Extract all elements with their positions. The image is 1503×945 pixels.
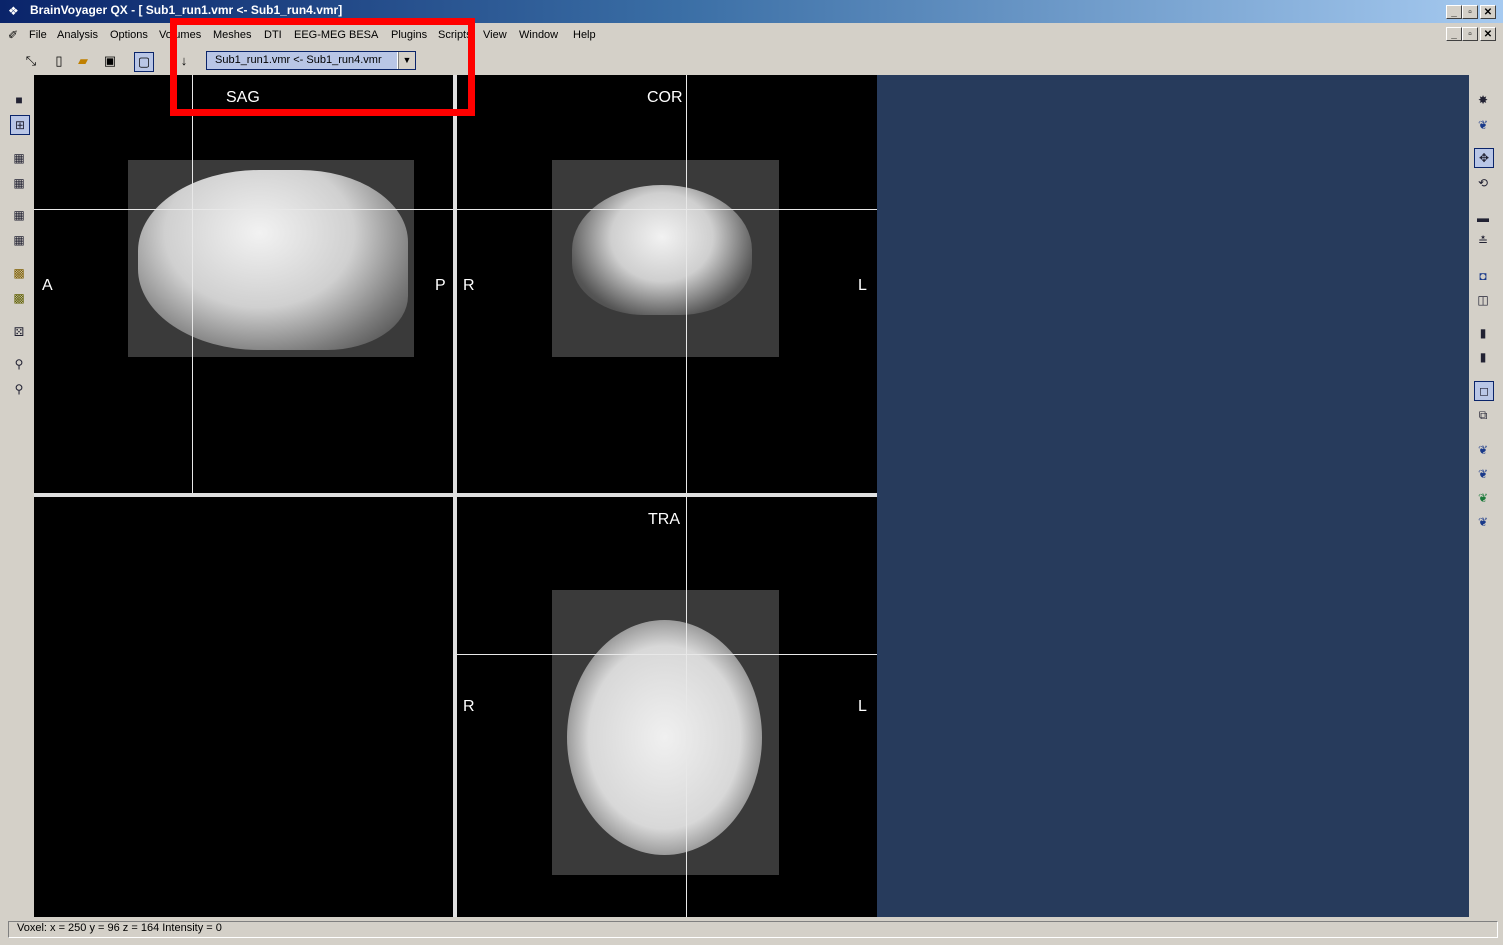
sag-right-label: P [435,277,446,294]
head-blue-2-icon[interactable]: ❦ [1474,465,1492,483]
grid-layout-2-icon[interactable]: ▦ [10,174,28,192]
single-view-icon[interactable]: ▢ [134,52,154,72]
cube-view-icon[interactable]: ◻ [1474,381,1494,401]
tra-left-label: R [463,698,475,715]
menu-options[interactable]: Options [110,29,148,41]
slab-icon[interactable]: ▮ [1474,324,1492,342]
save-icon[interactable]: ▣ [101,52,119,70]
right-toolbar: ✸ ❦ ✥ ⟲ ▬ ≛ ◘ ◫ ▮ ▮ ◻ ⧉ ❦ ❦ ❦ ❦ [1469,75,1499,917]
tra-right-label: L [858,698,867,715]
tra-title: TRA [648,511,680,528]
head-green-icon[interactable]: ❦ [1474,489,1492,507]
cor-right-label: L [858,277,867,294]
mdi-minimize-button[interactable]: _ [1446,27,1462,41]
head-pair-icon[interactable]: ❦ [1474,513,1492,531]
quadrant-divider-horizontal [34,493,877,497]
sag-image [128,160,414,357]
cor-image [552,160,779,357]
status-bar: Voxel: x = 250 y = 96 z = 164 Intensity … [0,918,1503,945]
new-file-icon[interactable]: ▯ [50,52,68,70]
box-open-icon[interactable]: ◫ [1474,291,1492,309]
workspace-area [877,75,1469,917]
status-panel [8,921,1498,938]
tra-crosshair-h [457,654,877,655]
slab-arrow-icon[interactable]: ▮ [1474,348,1492,366]
cube-stack-icon[interactable]: ⧉ [1474,406,1492,424]
head-blue-1-icon[interactable]: ❦ [1474,441,1492,459]
restore-button[interactable]: ▫ [1462,5,1478,19]
mdi-close-button[interactable]: ✕ [1480,27,1496,41]
box-icon[interactable]: ◘ [1474,267,1492,285]
brain-icon[interactable]: ✸ [1474,91,1492,109]
cor-crosshair-v [686,75,687,493]
tra-crosshair-v [686,497,687,917]
app-icon: ❖ [8,4,19,18]
grid-layout-4-icon[interactable]: ▦ [10,231,28,249]
slice-flat-icon[interactable]: ▬ [1474,209,1492,227]
move-icon[interactable]: ✥ [1474,148,1494,168]
left-toolbar: ■ ⊞ ▦ ▦ ▦ ▦ ▩ ▩ ⚄ ⚲ ⚲ [6,75,34,917]
cor-crosshair-h [457,209,877,210]
rotate-icon[interactable]: ⟲ [1474,174,1492,192]
open-folder-icon[interactable]: ▰ [74,52,92,70]
cube-icon[interactable]: ■ [10,91,28,109]
highlight-box [170,18,475,116]
map-icon[interactable]: ▩ [10,264,28,282]
sag-crosshair-h [34,209,453,210]
menu-help[interactable]: Help [573,29,596,41]
menu-view[interactable]: View [483,29,507,41]
menu-file[interactable]: File [29,29,47,41]
sag-left-label: A [42,277,53,294]
menu-window[interactable]: Window [519,29,558,41]
volume-viewport[interactable]: SAG A P COR R L TRA R L [34,75,877,917]
grid-view-icon[interactable]: ⊞ [10,115,30,135]
tra-image [552,590,779,875]
zoom-out-icon[interactable]: ⚲ [10,380,28,398]
map-gray-icon[interactable]: ▩ [10,289,28,307]
sag-crosshair-v [192,75,193,493]
cor-title: COR [647,89,683,106]
close-button[interactable]: ✕ [1480,5,1496,19]
dice-icon[interactable]: ⚄ [10,323,28,341]
wand-icon[interactable]: ⤡ [22,52,40,70]
window-title: BrainVoyager QX - [ Sub1_run1.vmr <- Sub… [30,3,343,17]
zoom-in-icon[interactable]: ⚲ [10,355,28,373]
grid-layout-1-icon[interactable]: ▦ [10,149,28,167]
head-icon[interactable]: ❦ [1474,116,1492,134]
minimize-button[interactable]: _ [1446,5,1462,19]
voxel-status: Voxel: x = 250 y = 96 z = 164 Intensity … [17,922,222,934]
mdi-restore-button[interactable]: ▫ [1462,27,1478,41]
grid-layout-3-icon[interactable]: ▦ [10,206,28,224]
document-icon[interactable]: ✐ [8,28,18,42]
slice-stack-icon[interactable]: ≛ [1474,232,1492,250]
cor-left-label: R [463,277,475,294]
menu-analysis[interactable]: Analysis [57,29,98,41]
